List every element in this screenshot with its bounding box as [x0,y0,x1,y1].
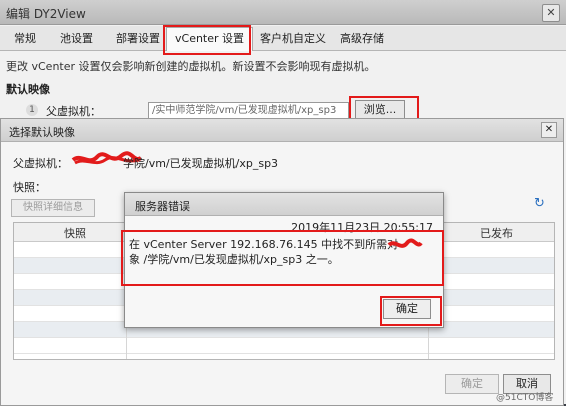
error-redaction-scribble [387,238,423,248]
browse-button[interactable]: 浏览... [355,100,405,119]
error-title: 服务器错误 [135,200,190,213]
window-title: 编辑 DY2View [6,7,86,21]
default-image-heading: 默认映像 [6,83,50,96]
step-number-badge: 1 [26,104,38,116]
dialog-parent-vm-label: 父虚拟机： [13,157,68,170]
tab-pool-settings[interactable]: 池设置 [52,29,101,49]
tab-advanced-storage[interactable]: 高级存储 [332,29,392,49]
column-header-published[interactable]: 已发布 [480,225,513,241]
snapshot-details-button[interactable]: 快照详细信息 [11,199,95,217]
tab-vcenter-settings[interactable]: vCenter 设置 [166,27,254,51]
column-header-snapshot[interactable]: 快照 [64,225,86,241]
error-titlebar: 服务器错误 [125,193,443,216]
settings-notice: 更改 vCenter 设置仅会影响新创建的虚拟机。新设置不会影响现有虚拟机。 [6,60,376,73]
tab-general[interactable]: 常规 [6,29,44,49]
window-close-icon[interactable]: ✕ [542,4,560,22]
error-timestamp: 2019年11月23日 20:55:17 [291,221,433,234]
edit-pool-window: 编辑 DY2View ✕ 常规 池设置 部署设置 vCenter 设置 客户机自… [0,0,566,406]
error-ok-button[interactable]: 确定 [383,299,431,319]
table-row[interactable] [14,338,554,354]
dialog-parent-vm-path: 学院/vm/已发现虚拟机/xp_sp3 [123,157,279,170]
window-titlebar: 编辑 DY2View ✕ [0,0,566,25]
dialog-title: 选择默认映像 [9,126,75,139]
parent-vm-label: 父虚拟机： [46,105,101,118]
snapshot-label: 快照： [13,181,46,194]
tab-guest-customization[interactable]: 客户机自定义 [252,29,334,49]
watermark: @51CTO博客 [496,393,554,403]
dialog-close-icon[interactable]: ✕ [541,122,557,138]
error-message: 在 vCenter Server 192.168.76.145 中找不到所需对象… [129,238,399,266]
dialog-titlebar: 选择默认映像 ✕ [1,119,563,142]
tab-provisioning-settings[interactable]: 部署设置 [108,29,168,49]
tab-bar: 常规 池设置 部署设置 vCenter 设置 客户机自定义 高级存储 [0,26,566,51]
refresh-icon[interactable]: ↻ [534,197,548,211]
parent-vm-path-field[interactable]: /实中师范学院/vm/已发现虚拟机/xp_sp3 [148,102,349,119]
server-error-dialog: 服务器错误 2019年11月23日 20:55:17 在 vCenter Ser… [124,192,444,328]
dialog-ok-button[interactable]: 确定 [445,374,499,394]
